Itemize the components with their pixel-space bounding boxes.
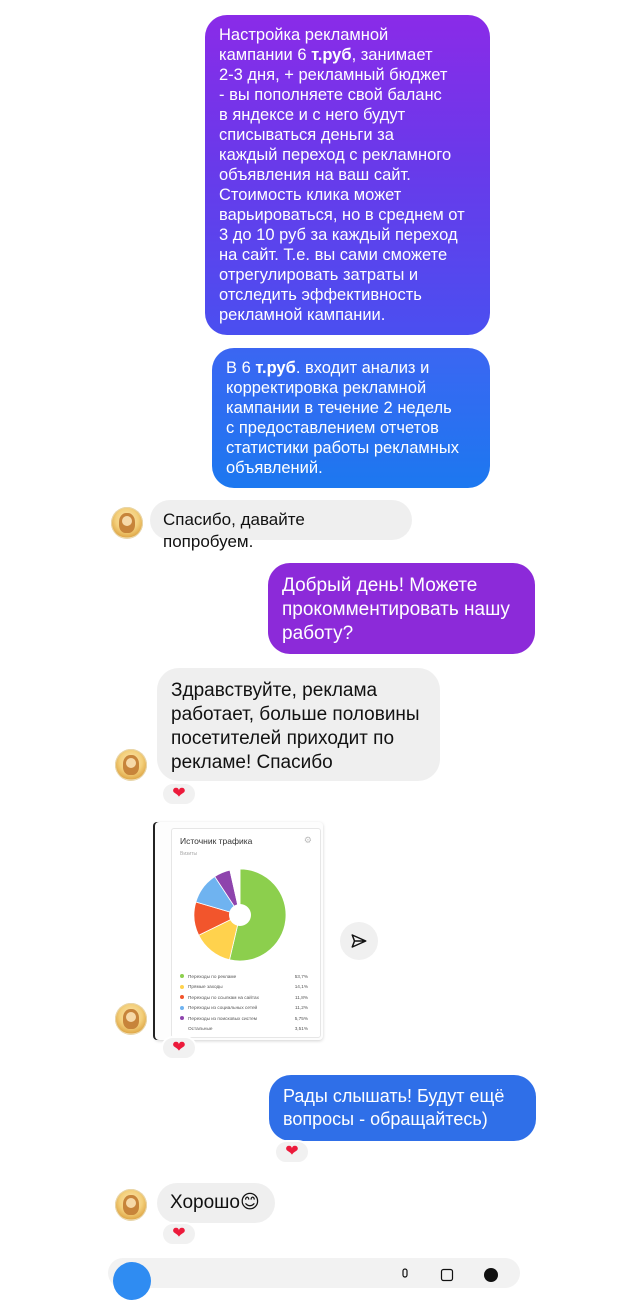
gear-icon: ⚙ xyxy=(303,835,312,845)
legend-swatch xyxy=(180,974,184,979)
legend-row: Прямые заходы 14,1% xyxy=(180,982,308,993)
chart-title: Источник трафика xyxy=(180,836,253,846)
legend-swatch xyxy=(180,1027,184,1031)
legend-value: 11,8% xyxy=(295,994,308,1000)
legend-row: Переходы по ссылкам на сайтах 11,8% xyxy=(180,992,308,1003)
legend-label: Остальные xyxy=(188,1026,213,1032)
heart-reaction[interactable]: ❤ xyxy=(274,1140,310,1164)
traffic-source-screenshot[interactable]: Источник трафика Визиты ⚙ Переходы по ре… xyxy=(155,822,323,1040)
legend-value: 5,75% xyxy=(294,1015,308,1021)
legend-label: Прямые заходы xyxy=(188,984,223,990)
contact-avatar[interactable] xyxy=(111,507,143,539)
legend-value: 11,2% xyxy=(295,1005,308,1011)
legend-label: Переходы по рекламе xyxy=(188,973,237,979)
legend-row: Переходы по рекламе 53,7% xyxy=(180,971,308,982)
legend-row: Переходы из социальных сетей 11,2% xyxy=(180,1003,308,1014)
legend-swatch xyxy=(180,984,184,989)
heart-icon: ❤ xyxy=(172,1225,186,1242)
incoming-message-ok[interactable]: Хорошо😊 xyxy=(157,1183,275,1223)
legend-swatch xyxy=(180,1005,184,1010)
heart-icon: ❤ xyxy=(285,1143,299,1160)
outgoing-message-included-services[interactable]: В 6 т.руб. входит анализ и корректировка… xyxy=(212,348,490,488)
camera-button[interactable] xyxy=(113,1262,151,1300)
legend-row: Переходы из поисковых систем 5,75% xyxy=(180,1013,308,1024)
legend-label: Переходы по ссылкам на сайтах xyxy=(188,994,259,1000)
share-button[interactable] xyxy=(340,922,378,960)
legend-label: Переходы из социальных сетей xyxy=(188,1005,258,1011)
outgoing-message-glad[interactable]: Рады слышать! Будут ещё вопросы - обраща… xyxy=(269,1075,536,1141)
outgoing-message-setup-cost[interactable]: Настройка рекламной кампании 6 т.руб, за… xyxy=(205,15,490,335)
legend-label: Переходы из поисковых систем xyxy=(188,1015,257,1021)
incoming-message-thanks[interactable]: Спасибо, давайте попробуем. xyxy=(150,500,412,551)
pie-center-hole xyxy=(229,904,251,926)
traffic-pie-chart xyxy=(193,868,287,962)
chart-legend: Переходы по рекламе 53,7% Прямые заходы 14,… xyxy=(180,971,308,1034)
legend-swatch xyxy=(180,995,184,1000)
legend-value: 14,1% xyxy=(294,984,308,990)
contact-avatar[interactable] xyxy=(115,1003,147,1035)
incoming-message-ads-work[interactable]: Здравствуйте, реклама работает, больше п… xyxy=(157,668,440,781)
heart-icon: ❤ xyxy=(172,1039,186,1056)
outgoing-message-feedback-request[interactable]: Добрый день! Можете прокомментировать на… xyxy=(268,563,535,654)
message-input[interactable] xyxy=(108,1258,520,1288)
legend-row: Остальные 3,51% xyxy=(180,1024,308,1035)
legend-swatch xyxy=(180,1016,184,1021)
heart-reaction[interactable]: ❤ xyxy=(161,782,197,806)
chart-subtitle: Визиты xyxy=(180,851,198,857)
heart-reaction[interactable]: ❤ xyxy=(161,1036,197,1060)
send-icon xyxy=(351,934,367,948)
legend-value: 53,7% xyxy=(294,973,308,979)
traffic-source-card: Источник трафика Визиты ⚙ Переходы по ре… xyxy=(171,828,321,1038)
heart-icon: ❤ xyxy=(172,785,186,802)
heart-reaction[interactable]: ❤ xyxy=(161,1222,197,1246)
legend-value: 3,51% xyxy=(294,1026,308,1032)
contact-avatar[interactable] xyxy=(115,749,147,781)
contact-avatar[interactable] xyxy=(115,1189,147,1221)
